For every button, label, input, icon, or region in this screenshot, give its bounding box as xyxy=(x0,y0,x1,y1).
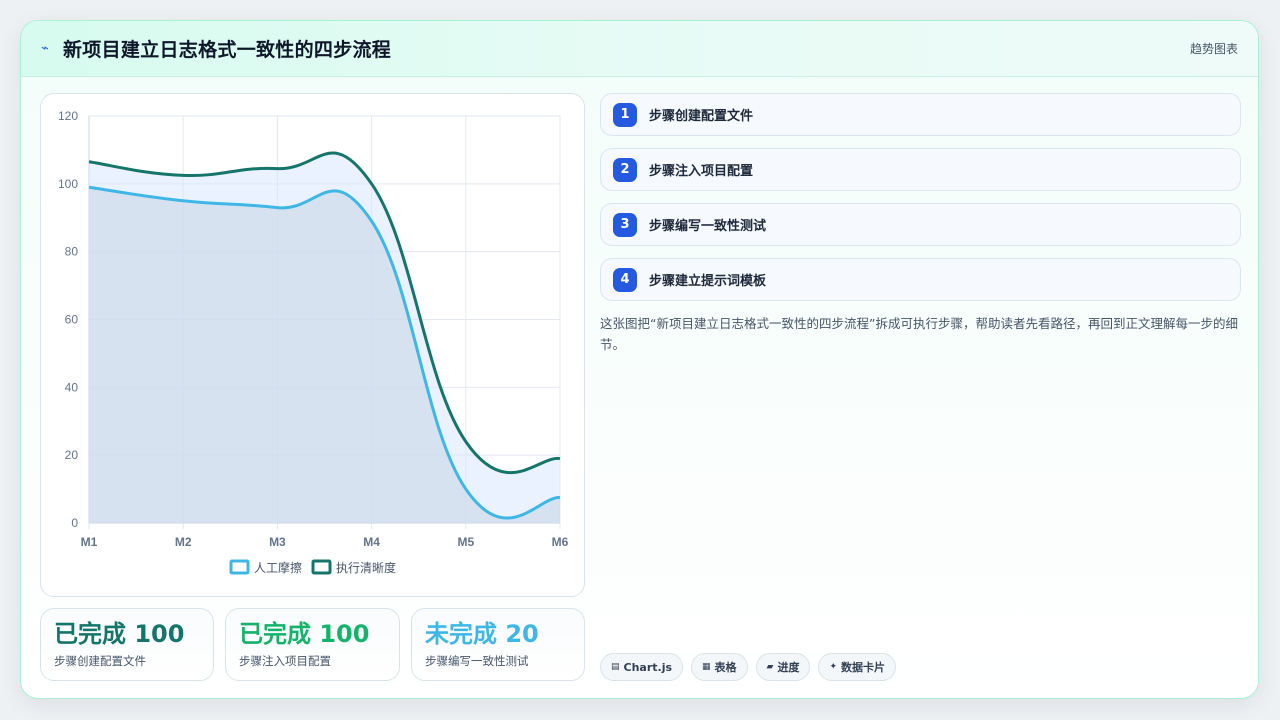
step-number: 3 xyxy=(613,212,637,237)
stat-label: 步骤创建配置文件 xyxy=(54,654,146,668)
stat-card-1: 已完成 100 步骤创建配置文件 xyxy=(40,608,214,681)
sparkle-icon: ✦ xyxy=(829,662,838,672)
legend-swatch xyxy=(311,559,332,575)
x-tick-label: M3 xyxy=(269,535,286,549)
chart-icon: ▤ xyxy=(611,662,620,672)
tag-chips: ▤ Chart.js ▦ 表格 ▰ 进度 ✦ 数据卡片 xyxy=(600,653,904,681)
chip-label: 进度 xyxy=(777,661,800,674)
main-card: ⌁ 新项目建立日志格式一致性的四步流程 趋势图表 0 20 40 60 80 100 120… xyxy=(20,20,1259,699)
table-icon: ▦ xyxy=(702,662,711,672)
step-number: 2 xyxy=(613,157,637,182)
stat-value: 未完成 20 xyxy=(425,620,539,648)
chart-svg: 0 20 40 60 80 100 120 M1 M2 M3 M4 M5 M6 人工摩擦 执行清晰度 xyxy=(58,109,569,575)
step-label: 步骤注入项目配置 xyxy=(649,164,754,179)
step-label: 步骤创建配置文件 xyxy=(649,109,754,124)
y-tick-label: 40 xyxy=(65,380,79,394)
card-header: ⌁ 新项目建立日志格式一致性的四步流程 趋势图表 xyxy=(21,21,1258,77)
step-item-2[interactable]: 2 步骤注入项目配置 xyxy=(600,148,1241,191)
x-tick-label: M4 xyxy=(363,535,380,549)
description-text: 这张图把“新项目建立日志格式一致性的四步流程”拆成可执行步骤，帮助读者先看路径，… xyxy=(600,316,1238,352)
chip-label: Chart.js xyxy=(623,660,673,674)
legend-label: 执行清晰度 xyxy=(336,560,396,575)
chip-data-card[interactable]: ✦ 数据卡片 xyxy=(818,653,897,681)
step-list: 1 步骤创建配置文件 2 步骤注入项目配置 3 步骤编写一致性测试 4 步骤建立… xyxy=(600,93,1241,313)
pulse-icon: ⌁ xyxy=(41,41,49,56)
stat-value: 已完成 100 xyxy=(54,620,185,648)
x-tick-label: M5 xyxy=(457,535,474,549)
y-tick-label: 0 xyxy=(71,516,78,530)
x-tick-label: M1 xyxy=(81,535,98,549)
step-number: 1 xyxy=(613,102,637,127)
stat-label: 步骤注入项目配置 xyxy=(239,654,331,668)
step-item-3[interactable]: 3 步骤编写一致性测试 xyxy=(600,203,1241,246)
progress-icon: ▰ xyxy=(766,662,774,672)
y-tick-label: 80 xyxy=(65,245,79,259)
legend-swatch xyxy=(229,559,250,575)
step-label: 步骤编写一致性测试 xyxy=(649,219,767,234)
step-number: 4 xyxy=(613,267,637,292)
x-tick-label: M6 xyxy=(552,535,569,549)
step-label: 步骤建立提示词模板 xyxy=(649,274,767,289)
y-tick-label: 60 xyxy=(65,313,79,327)
stat-label: 步骤编写一致性测试 xyxy=(425,654,529,668)
stat-value: 已完成 100 xyxy=(239,620,370,648)
step-item-1[interactable]: 1 步骤创建配置文件 xyxy=(600,93,1241,136)
chip-label: 表格 xyxy=(714,661,737,674)
chip-progress[interactable]: ▰ 进度 xyxy=(755,653,811,681)
x-tick-label: M2 xyxy=(175,535,192,549)
header-tag: 趋势图表 xyxy=(1189,42,1238,56)
stat-card-2: 已完成 100 步骤注入项目配置 xyxy=(225,608,400,681)
stat-card-3: 未完成 20 步骤编写一致性测试 xyxy=(411,608,585,681)
y-tick-label: 20 xyxy=(65,448,79,462)
chip-chartjs[interactable]: ▤ Chart.js xyxy=(600,653,684,681)
trend-chart: 0 20 40 60 80 100 120 M1 M2 M3 M4 M5 M6 人工摩擦 执行清晰度 xyxy=(40,93,585,597)
y-tick-label: 100 xyxy=(58,177,78,191)
chip-table[interactable]: ▦ 表格 xyxy=(691,653,748,681)
y-tick-label: 120 xyxy=(58,109,78,123)
page-title: 新项目建立日志格式一致性的四步流程 xyxy=(63,39,392,61)
chip-label: 数据卡片 xyxy=(841,661,886,674)
step-item-4[interactable]: 4 步骤建立提示词模板 xyxy=(600,258,1241,301)
legend-label: 人工摩擦 xyxy=(254,560,302,575)
